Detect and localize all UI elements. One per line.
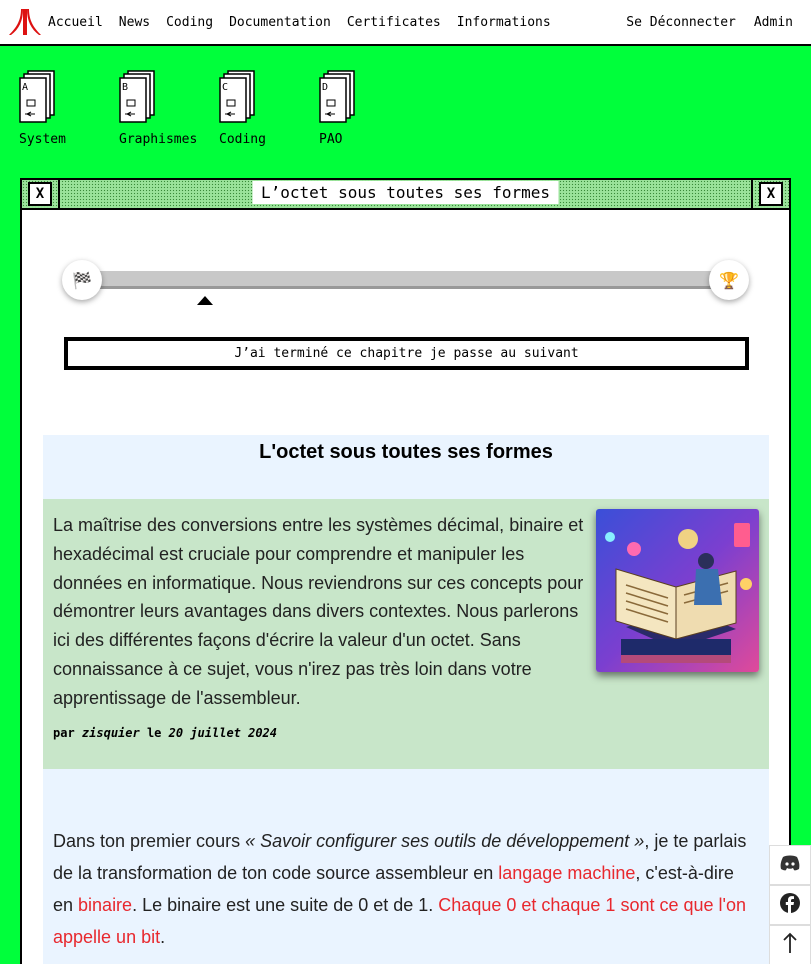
menu-admin[interactable]: Admin — [754, 15, 793, 30]
body-text: Dans ton premier cours — [53, 831, 246, 851]
discord-icon — [780, 855, 800, 875]
desktop-icon-label: Graphismes — [119, 132, 198, 147]
checkered-flag-icon: 🏁 — [62, 260, 102, 300]
chapter-done-button[interactable]: J’ai terminé ce chapitre je passe au sui… — [64, 337, 749, 370]
desktop-icon-graphismes[interactable]: B Graphismes — [119, 70, 209, 147]
menu-bar: Accueil News Coding Documentation Certif… — [0, 0, 811, 46]
menu-documentation[interactable]: Documentation — [229, 15, 331, 30]
article-title: L'octet sous toutes ses formes — [259, 441, 553, 463]
link-binaire[interactable]: binaire — [78, 895, 132, 915]
menu-news[interactable]: News — [119, 15, 150, 30]
menu-accueil[interactable]: Accueil — [48, 15, 103, 30]
window-titlebar[interactable]: X L’octet sous toutes ses formes X — [22, 180, 789, 210]
article-body: Dans ton premier cours « Savoir configur… — [53, 825, 753, 953]
byline-par: par — [53, 726, 75, 740]
window-close-button[interactable]: X — [28, 182, 52, 206]
atari-logo-icon[interactable] — [8, 5, 42, 39]
article-intro: La maîtrise des conversions entre les sy… — [43, 499, 769, 769]
desktop-icon-pao[interactable]: D PAO — [319, 70, 409, 147]
discord-button[interactable] — [769, 845, 811, 885]
menu-coding[interactable]: Coding — [166, 15, 213, 30]
svg-text:D: D — [322, 82, 328, 93]
window-fullscreen-button[interactable]: X — [759, 182, 783, 206]
progress-track — [82, 271, 729, 289]
desktop-icon-coding[interactable]: C Coding — [219, 70, 309, 147]
article-window: X L’octet sous toutes ses formes X 🏁 🏆 J… — [20, 178, 791, 964]
drive-icon: B — [119, 70, 155, 124]
drive-icon: C — [219, 70, 255, 124]
course-title: « Savoir configurer ses outils de dévelo… — [245, 831, 645, 851]
titlebar-divider — [58, 180, 60, 208]
link-langage-machine[interactable]: langage machine — [498, 863, 635, 883]
menu-certificates[interactable]: Certificates — [347, 15, 441, 30]
svg-text:C: C — [222, 82, 228, 93]
window-title: L’octet sous toutes ses formes — [252, 181, 559, 204]
desktop-icon-label: PAO — [319, 132, 343, 147]
drive-icon: D — [319, 70, 355, 124]
author-name[interactable]: zisquier — [82, 726, 140, 740]
publish-date: 20 juillet 2024 — [168, 726, 278, 740]
body-text: . Le binaire est une suite de 0 et de 1. — [132, 895, 439, 915]
scroll-top-button[interactable] — [769, 925, 811, 964]
trophy-icon: 🏆 — [709, 260, 749, 300]
progress-marker-icon — [197, 296, 213, 305]
svg-text:A: A — [22, 82, 28, 93]
facebook-button[interactable] — [769, 885, 811, 925]
facebook-icon — [780, 893, 800, 917]
menu-informations[interactable]: Informations — [457, 15, 551, 30]
desktop-icon-system[interactable]: A System — [19, 70, 109, 147]
desktop-icon-label: System — [19, 132, 66, 147]
desktop-icon-label: Coding — [219, 132, 266, 147]
titlebar-divider — [751, 180, 753, 208]
chapter-progress: 🏁 🏆 — [62, 260, 749, 300]
svg-text:B: B — [122, 82, 128, 93]
body-text: . — [160, 927, 166, 947]
byline-le: le — [146, 726, 162, 740]
arrow-up-icon — [783, 932, 797, 958]
menu-logout[interactable]: Se Déconnecter — [626, 15, 736, 30]
article-byline: par zisquier le 20 juillet 2024 — [53, 726, 277, 740]
drive-icon: A — [19, 70, 55, 124]
article-illustration — [596, 509, 759, 672]
intro-text: La maîtrise des conversions entre les sy… — [53, 515, 584, 708]
article: L'octet sous toutes ses formes La maîtri… — [43, 435, 769, 964]
